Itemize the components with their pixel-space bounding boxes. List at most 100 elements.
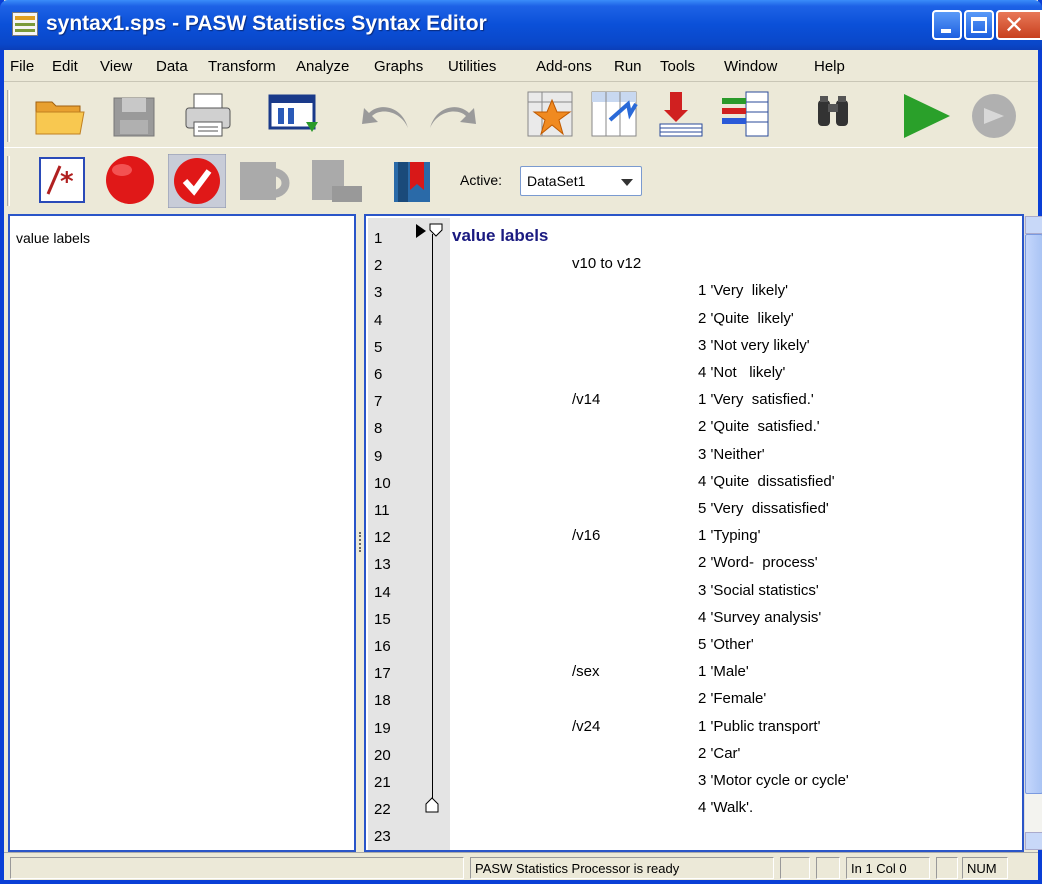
- line-number: 12: [374, 529, 391, 547]
- menu-add-ons[interactable]: Add-ons: [536, 58, 592, 75]
- line-number: 23: [374, 828, 391, 846]
- menu-file[interactable]: File: [10, 58, 34, 75]
- toolbar-grip[interactable]: [7, 156, 10, 206]
- run-to-end-icon[interactable]: [310, 158, 366, 206]
- vertical-scrollbar[interactable]: [1024, 216, 1042, 850]
- active-dataset-dropdown[interactable]: DataSet1: [520, 166, 642, 196]
- syntax-editor-window: syntax1.sps - PASW Statistics Syntax Edi…: [0, 0, 1042, 884]
- comment-icon[interactable]: *: [38, 156, 88, 204]
- cursor-position: In 1 Col 0: [846, 857, 930, 879]
- code-value-label: 2 'Quite satisfied.': [698, 418, 820, 436]
- line-number: 8: [374, 420, 383, 438]
- minimize-icon: [941, 29, 951, 33]
- redo-icon[interactable]: [426, 102, 478, 132]
- use-sets-icon[interactable]: [720, 90, 772, 140]
- code-variable-list: /v14: [572, 391, 601, 409]
- menu-transform[interactable]: Transform: [208, 58, 276, 75]
- menu-view[interactable]: View: [100, 58, 132, 75]
- code-variable-list: v10 to v12: [572, 255, 642, 273]
- code-value-label: 1 'Very likely': [698, 282, 788, 300]
- processor-status: PASW Statistics Processor is ready: [470, 857, 774, 879]
- breakpoint-icon[interactable]: [102, 154, 158, 206]
- outline-pane[interactable]: value labels: [8, 214, 356, 852]
- open-folder-icon[interactable]: [34, 94, 86, 138]
- active-dataset-label: Active:: [460, 172, 503, 188]
- line-number: 6: [374, 366, 383, 383]
- save-icon[interactable]: [110, 94, 158, 138]
- num-lock-indicator: NUM: [962, 857, 1008, 879]
- splitter-grip-icon: [359, 532, 363, 552]
- line-number: 4: [374, 311, 383, 329]
- code-value-label: 4 'Walk'.: [698, 799, 754, 817]
- line-number: 21: [374, 774, 391, 791]
- line-number: 1: [374, 230, 383, 247]
- minimize-button[interactable]: [932, 10, 962, 40]
- goto-variable-icon[interactable]: [590, 90, 640, 140]
- menu-data[interactable]: Data: [156, 58, 188, 75]
- app-icon[interactable]: [12, 12, 38, 36]
- menu-help[interactable]: Help: [814, 58, 845, 75]
- scroll-up-button[interactable]: [1025, 216, 1042, 234]
- code-value-label: 1 'Male': [698, 663, 749, 681]
- code-value-label: 1 'Public transport': [698, 717, 821, 735]
- line-number: 20: [374, 746, 391, 764]
- goto-case-icon[interactable]: [526, 90, 576, 140]
- code-value-label: 2 'Word- process': [698, 554, 818, 572]
- bookmark-icon[interactable]: [390, 158, 438, 206]
- status-blank-3: [936, 857, 958, 879]
- line-number: 5: [374, 338, 383, 356]
- title-bar[interactable]: syntax1.sps - PASW Statistics Syntax Edi…: [0, 0, 1042, 50]
- syntax-editor-pane[interactable]: 1 2 3 4 5 6 7 8 9 10 11 12 13 14 15 16 17 18 19 20 21 22 23 va…: [364, 214, 1024, 852]
- menu-window[interactable]: Window: [724, 58, 777, 75]
- line-number: 7: [374, 393, 383, 411]
- line-number: 11: [374, 502, 390, 519]
- menu-tools[interactable]: Tools: [660, 58, 695, 75]
- print-icon[interactable]: [182, 92, 234, 138]
- code-value-label: 4 'Not likely': [698, 364, 786, 381]
- code-value-label: 3 'Social statistics': [698, 581, 819, 599]
- line-number: 18: [374, 692, 391, 710]
- line-number: 19: [374, 719, 391, 737]
- toolbar-grip[interactable]: [7, 90, 10, 142]
- status-blank-2: [816, 857, 840, 879]
- status-bar: PASW Statistics Processor is ready In 1 …: [4, 852, 1038, 880]
- code-value-label: 3 'Neither': [698, 445, 765, 463]
- line-number: 14: [374, 583, 391, 601]
- code-value-label: 2 'Car': [698, 744, 741, 762]
- close-button[interactable]: ✕: [996, 10, 1042, 40]
- line-number: 9: [374, 447, 383, 465]
- maximize-button[interactable]: [964, 10, 994, 40]
- outline-item[interactable]: value labels: [16, 230, 90, 246]
- menu-bar: File Edit View Data Transform Analyze Gr…: [4, 50, 1038, 82]
- dialog-recall-icon[interactable]: [266, 92, 322, 138]
- toggle-check-icon[interactable]: [168, 154, 226, 208]
- menu-analyze[interactable]: Analyze: [296, 58, 349, 75]
- code-area[interactable]: value labels v10 to v12 1 'Very likely' 2 '…: [450, 218, 1020, 850]
- status-blank-1: [780, 857, 810, 879]
- menu-graphs[interactable]: Graphs: [374, 58, 423, 75]
- code-value-label: 5 'Very dissatisfied': [698, 500, 829, 517]
- undo-icon[interactable]: [360, 102, 412, 132]
- code-value-label: 4 'Survey analysis': [698, 608, 822, 626]
- maximize-icon: [971, 17, 987, 33]
- line-number: 10: [374, 474, 391, 492]
- fold-end-icon[interactable]: [424, 796, 440, 816]
- menu-utilities[interactable]: Utilities: [448, 58, 496, 75]
- stop-icon[interactable]: [970, 92, 1020, 142]
- find-icon[interactable]: [814, 94, 854, 134]
- menu-edit[interactable]: Edit: [52, 58, 78, 75]
- run-icon[interactable]: [900, 92, 952, 140]
- scroll-thumb[interactable]: [1025, 234, 1042, 794]
- line-number: 22: [374, 801, 391, 819]
- line-number: 15: [374, 610, 391, 628]
- code-value-label: 3 'Motor cycle or cycle': [698, 772, 849, 789]
- fold-range-line: [432, 234, 433, 802]
- code-variable-list: /sex: [572, 663, 600, 681]
- line-number-gutter[interactable]: 1 2 3 4 5 6 7 8 9 10 11 12 13 14 15 16 17 18 19 20 21 22 23: [368, 218, 450, 850]
- scroll-down-button[interactable]: [1025, 832, 1042, 850]
- variables-icon[interactable]: [656, 90, 706, 140]
- svg-text:*: *: [60, 167, 74, 197]
- step-icon[interactable]: [238, 158, 294, 204]
- menu-run[interactable]: Run: [614, 58, 642, 75]
- close-icon: ✕: [1004, 11, 1025, 39]
